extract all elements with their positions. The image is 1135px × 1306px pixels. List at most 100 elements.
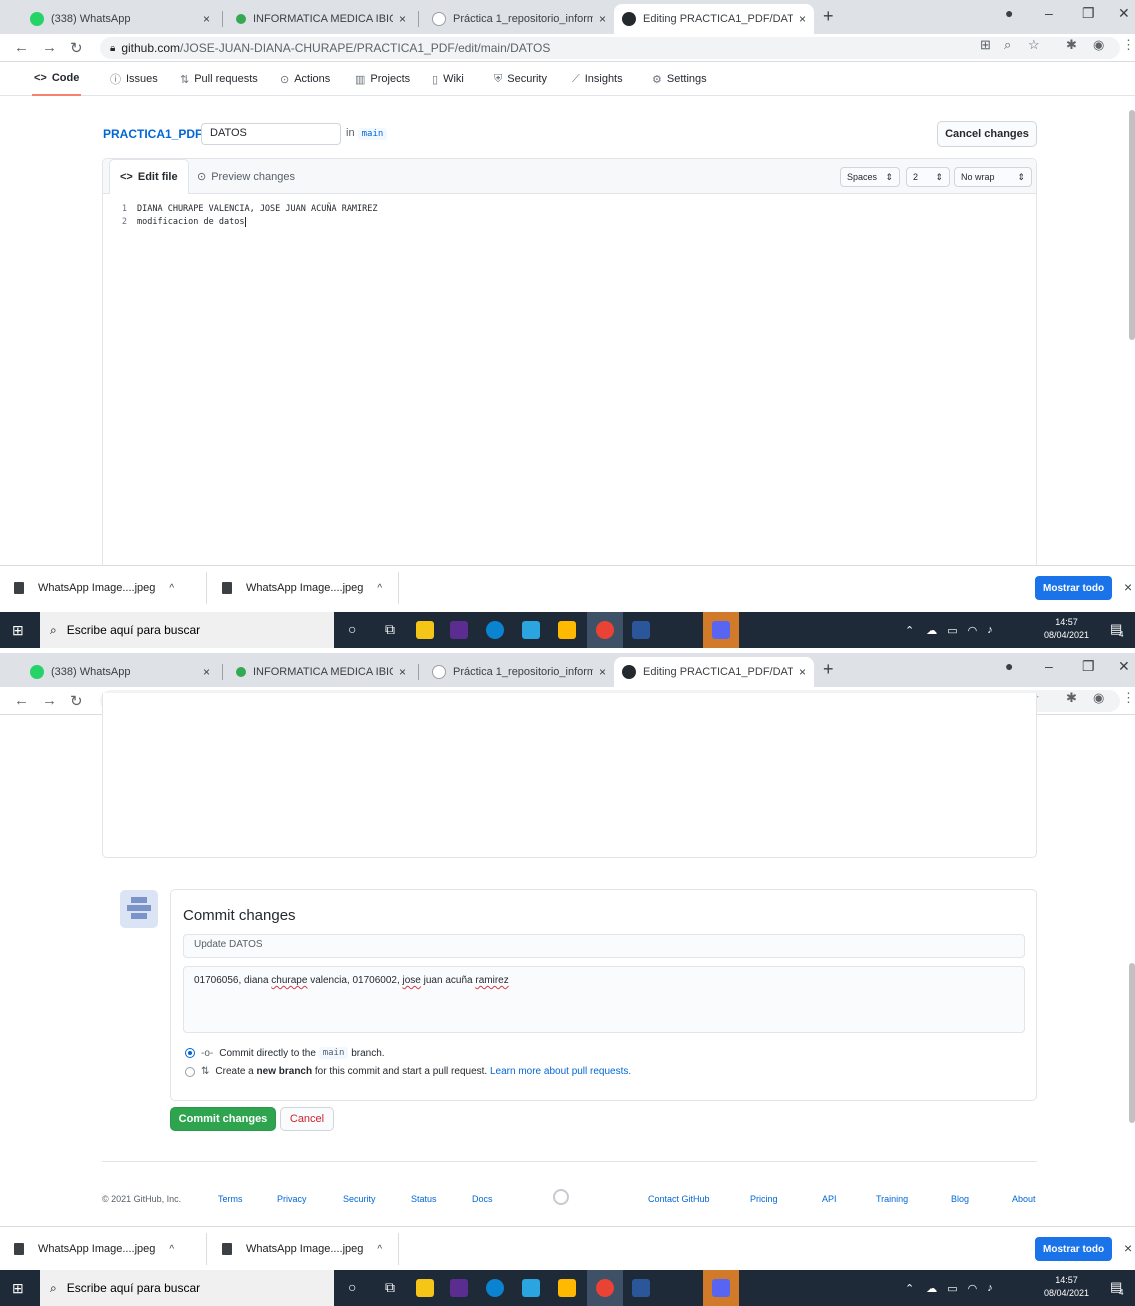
window-close-icon[interactable]: ✕ [1118,5,1130,22]
tab-settings[interactable]: ⚙ Settings [652,62,707,96]
chevron-up-icon[interactable]: ⌃ [905,624,914,637]
chevron-up-icon[interactable]: ^ [169,583,174,594]
tab-informatica-medica[interactable]: INFORMATICA MEDICA IBIO: MA × [228,4,414,34]
footer-link-privacy[interactable]: Privacy [277,1194,307,1204]
learn-more-link[interactable]: Learn more about pull requests. [490,1066,631,1077]
wifi-icon[interactable]: ◠ [968,624,978,637]
extensions-icon[interactable]: ✱ [1066,690,1077,706]
close-tab-icon[interactable]: × [599,12,606,26]
download-item[interactable]: WhatsApp Image....jpeg ^ [222,1227,382,1271]
volume-icon[interactable]: ♪ [987,1282,993,1294]
tab-whatsapp[interactable]: (338) WhatsApp × [22,657,218,687]
profile-icon[interactable]: ● [1005,658,1013,674]
tab-issues[interactable]: ⓘ Issues [110,62,158,96]
window-close-icon[interactable]: ✕ [1118,658,1130,675]
new-tab-button[interactable]: + [823,659,834,680]
chevron-up-icon[interactable]: ^ [169,1244,174,1255]
tab-editing-datos[interactable]: Editing PRACTICA1_PDF/DATOS × [614,657,814,687]
chevron-up-icon[interactable]: ^ [377,583,382,594]
battery-icon[interactable]: ▭ [947,624,957,637]
volume-icon[interactable]: ♪ [987,624,993,636]
cancel-button[interactable]: Cancel [280,1107,334,1131]
wifi-icon[interactable]: ◠ [968,1282,978,1295]
code-line[interactable]: 2 modificacion de datos [109,217,247,227]
footer-link-pricing[interactable]: Pricing [750,1194,778,1204]
tab-preview-changes[interactable]: ⊙ Preview changes [197,159,295,194]
isis-icon[interactable] [450,621,468,639]
footer-link-api[interactable]: API [822,1194,837,1204]
tab-security[interactable]: ⛨ Security [494,62,547,96]
file-explorer-icon[interactable] [416,1279,434,1297]
commit-changes-button[interactable]: Commit changes [170,1107,276,1131]
minimize-icon[interactable]: – [1045,5,1053,21]
commit-description-textarea[interactable]: 01706056, diana churape valencia, 017060… [183,966,1025,1033]
repo-link[interactable]: PRACTICA1_PDF [103,127,202,141]
wrap-mode-select[interactable]: No wrap ⇕ [954,167,1032,187]
tab-projects[interactable]: ▥ Projects [355,62,410,96]
tab-wiki[interactable]: ▯ Wiki [432,62,464,96]
show-all-button[interactable]: Mostrar todo [1035,576,1113,600]
tab-practica-repositorio[interactable]: Práctica 1_repositorio_informatic × [424,657,614,687]
task-view-icon[interactable]: ⧉ [385,621,395,638]
chevron-up-icon[interactable]: ^ [377,1244,382,1255]
close-tab-icon[interactable]: × [399,665,406,679]
word-icon[interactable] [632,621,650,639]
avatar[interactable] [120,890,158,928]
zoom-icon[interactable]: ⌕ [1004,37,1011,53]
word-icon[interactable] [632,1279,650,1297]
task-view-icon[interactable]: ⧉ [385,1279,395,1296]
avatar[interactable]: ◉ [1093,690,1104,706]
clock[interactable]: 14:57 08/04/2021 [1044,616,1089,642]
avatar[interactable]: ◉ [1093,37,1104,53]
filename-input[interactable]: DATOS [201,123,341,145]
footer-link-about[interactable]: About [1012,1194,1036,1204]
tab-code[interactable]: <> Code [32,62,82,96]
bookmark-star-icon[interactable]: ☆ [1028,37,1040,53]
isis-icon[interactable] [450,1279,468,1297]
store-icon[interactable] [558,1279,576,1297]
tab-pull-requests[interactable]: ⇅ Pull requests [180,62,258,96]
mail-icon[interactable] [522,1279,540,1297]
close-tab-icon[interactable]: × [399,12,406,26]
footer-link-terms[interactable]: Terms [218,1194,243,1204]
commit-direct-option[interactable]: -o- Commit directly to the main branch. [185,1047,385,1059]
cortana-icon[interactable]: ○ [348,1279,356,1295]
extensions-icon[interactable]: ✱ [1066,37,1077,53]
maximize-icon[interactable]: ❐ [1082,5,1095,22]
show-all-button[interactable]: Mostrar todo [1035,1237,1113,1261]
profile-icon[interactable]: ● [1005,5,1013,21]
chrome-icon[interactable] [596,621,614,639]
cortana-icon[interactable]: ○ [348,621,356,637]
close-tab-icon[interactable]: × [799,12,806,26]
tab-practica-repositorio[interactable]: Práctica 1_repositorio_informatic × [424,4,614,34]
windows-start-icon[interactable]: ⊞ [12,622,24,639]
battery-icon[interactable]: ▭ [947,1282,957,1295]
edge-icon[interactable] [486,1279,504,1297]
forward-icon[interactable]: → [42,39,57,56]
cancel-changes-button[interactable]: Cancel changes [937,121,1037,147]
back-icon[interactable]: ← [14,39,29,56]
download-item[interactable]: WhatsApp Image....jpeg ^ [14,1227,174,1271]
tab-actions[interactable]: ⊙ Actions [280,62,330,96]
reload-icon[interactable]: ↻ [70,692,83,710]
translate-icon[interactable]: ⊞ [980,37,991,53]
radio-unselected[interactable] [185,1066,195,1077]
close-downloads-icon[interactable]: × [1124,1240,1132,1256]
windows-start-icon[interactable]: ⊞ [12,1280,24,1297]
close-tab-icon[interactable]: × [203,12,210,26]
discord-icon[interactable] [712,1279,730,1297]
tab-informatica-medica[interactable]: INFORMATICA MEDICA IBIO: MA × [228,657,414,687]
footer-link-docs[interactable]: Docs [472,1194,493,1204]
indent-size-select[interactable]: 2 ⇕ [906,167,950,187]
footer-link-training[interactable]: Training [876,1194,908,1204]
close-tab-icon[interactable]: × [203,665,210,679]
tab-edit-file[interactable]: <> Edit file [109,159,189,194]
commit-new-branch-option[interactable]: ⇅ Create a new branch for this commit an… [185,1066,631,1077]
taskbar-search[interactable]: ⌕ Escribe aquí para buscar [40,612,334,648]
taskbar-search[interactable]: ⌕ Escribe aquí para buscar [40,1270,334,1306]
footer-link-contact[interactable]: Contact GitHub [648,1194,710,1204]
reload-icon[interactable]: ↻ [70,39,83,57]
chrome-menu-icon[interactable]: ⋮ [1122,37,1135,53]
new-tab-button[interactable]: + [823,6,834,27]
footer-link-status[interactable]: Status [411,1194,437,1204]
